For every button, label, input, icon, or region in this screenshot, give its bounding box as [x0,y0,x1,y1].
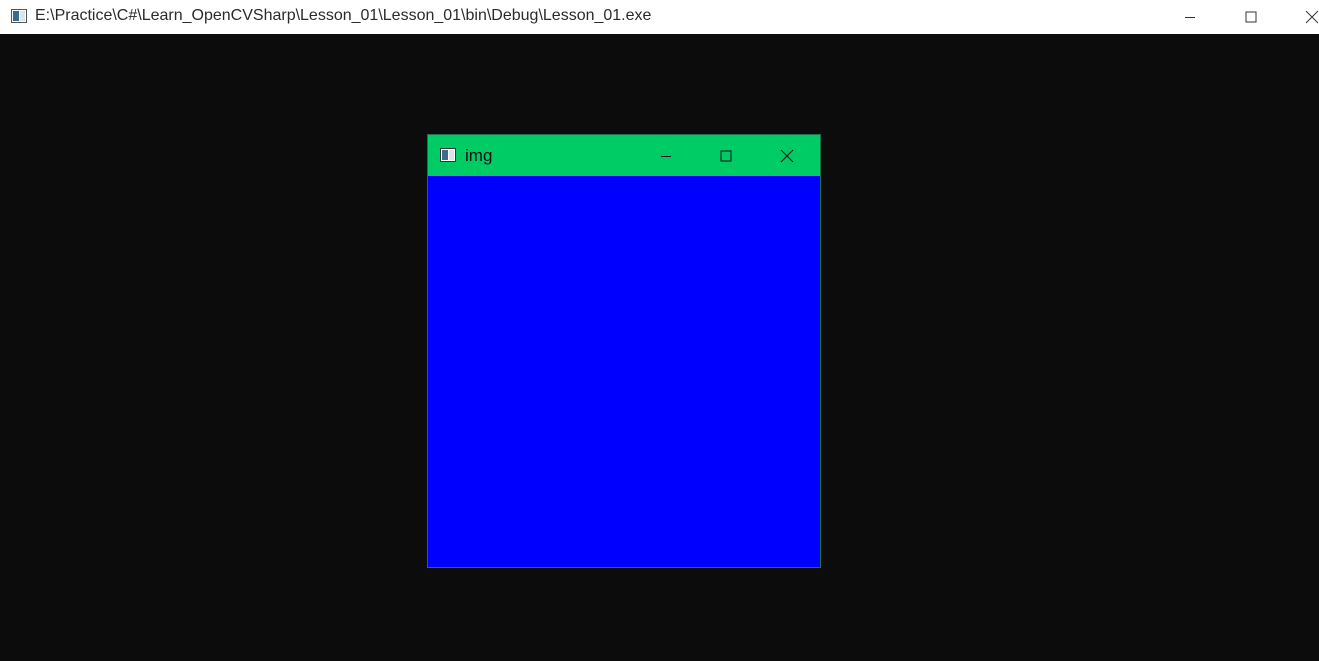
console-maximize-button[interactable] [1228,0,1274,34]
img-minimize-button[interactable] [643,135,689,176]
image-window-icon [440,148,456,162]
console-app-icon [11,9,27,23]
console-titlebar[interactable]: E:\Practice\C#\Learn_OpenCVSharp\Lesson_… [0,0,1319,34]
console-close-button[interactable] [1289,0,1319,34]
img-maximize-button[interactable] [703,135,749,176]
img-window[interactable]: img [428,135,820,567]
console-minimize-button[interactable] [1167,0,1213,34]
close-icon [780,149,794,162]
console-window-title: E:\Practice\C#\Learn_OpenCVSharp\Lesson_… [35,7,652,24]
maximize-icon [720,150,732,161]
minimize-icon [1185,17,1195,18]
img-titlebar[interactable]: img [428,135,820,176]
img-window-title: img [465,146,493,165]
img-close-button[interactable] [764,135,810,176]
minimize-icon [661,155,671,157]
image-canvas [428,176,820,567]
close-icon [1305,10,1319,24]
console-window: E:\Practice\C#\Learn_OpenCVSharp\Lesson_… [0,0,1319,661]
maximize-icon [1245,11,1257,23]
